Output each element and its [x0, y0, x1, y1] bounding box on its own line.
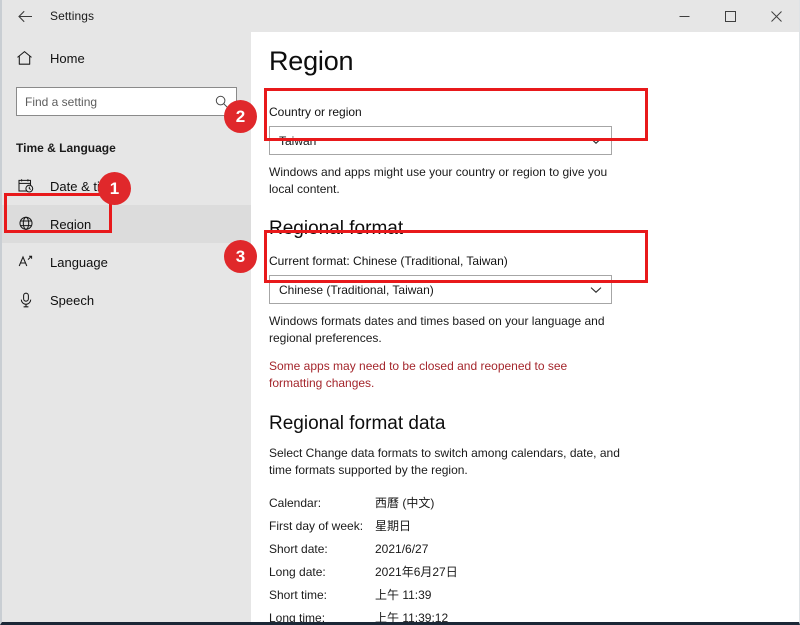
table-row: First day of week: 星期日	[269, 519, 458, 542]
settings-window: Settings Home Find a setting Time & Lang…	[0, 0, 800, 625]
title-bar: Settings	[2, 0, 799, 32]
window-title: Settings	[50, 9, 95, 23]
sidebar: Home Time & Language	[2, 32, 251, 622]
row-value: 2021年6月27日	[375, 565, 458, 579]
current-format-label: Current format: Chinese (Traditional, Ta…	[269, 254, 508, 268]
search-input[interactable]	[17, 88, 236, 115]
close-button[interactable]	[753, 0, 799, 32]
microphone-icon	[16, 292, 36, 308]
country-or-region-combo[interactable]: Taiwan	[269, 126, 612, 155]
calendar-clock-icon	[16, 178, 36, 194]
minimize-button[interactable]	[661, 0, 707, 32]
regional-format-value: Chinese (Traditional, Taiwan)	[279, 282, 434, 297]
regional-format-section: Current format: Chinese (Traditional, Ta…	[269, 254, 799, 392]
globe-icon	[16, 216, 36, 232]
country-or-region-value: Taiwan	[279, 133, 317, 148]
sidebar-section-title: Time & Language	[16, 141, 116, 155]
sidebar-item-language-label: Language	[50, 254, 108, 270]
table-row: Calendar: 西曆 (中文)	[269, 496, 458, 519]
row-value: 上午 11:39	[375, 588, 432, 602]
row-key: First day of week:	[269, 519, 364, 533]
row-key: Long date:	[269, 565, 326, 579]
search-box[interactable]	[16, 87, 237, 116]
regional-format-data-section: Select Change data formats to switch amo…	[269, 445, 799, 479]
annotation-badge-3: 3	[224, 240, 257, 273]
row-value: 星期日	[375, 519, 412, 533]
country-or-region-label: Country or region	[269, 105, 362, 119]
regional-format-heading: Regional format	[269, 218, 404, 239]
regional-format-warning: Some apps may need to be closed and reop…	[269, 359, 568, 390]
page-title: Region	[269, 46, 354, 76]
chevron-down-icon[interactable]	[590, 286, 602, 294]
row-key: Calendar:	[269, 496, 322, 510]
table-row: Short time: 上午 11:39	[269, 588, 458, 611]
regional-format-data-table: Calendar: 西曆 (中文) First day of week: 星期日…	[269, 496, 458, 622]
row-value: 2021/6/27	[375, 542, 429, 556]
regional-format-combo[interactable]: Chinese (Traditional, Taiwan)	[269, 275, 612, 304]
sidebar-item-region-label: Region	[50, 216, 92, 232]
main-content: Region Country or region Taiwan Windows …	[251, 32, 799, 622]
sidebar-item-home-label: Home	[50, 50, 85, 66]
back-button[interactable]	[2, 0, 48, 32]
home-icon	[16, 50, 38, 66]
country-or-region-section: Country or region Taiwan Windows and app…	[269, 105, 799, 198]
row-key: Short time:	[269, 588, 328, 602]
table-row: Long time: 上午 11:39:12	[269, 611, 458, 622]
sidebar-item-language[interactable]: Language	[2, 243, 251, 281]
row-value: 上午 11:39:12	[375, 611, 449, 622]
table-row: Short date: 2021/6/27	[269, 542, 458, 565]
regional-format-description: Windows formats dates and times based on…	[269, 314, 605, 345]
country-or-region-description: Windows and apps might use your country …	[269, 165, 608, 196]
maximize-button[interactable]	[707, 0, 753, 32]
annotation-badge-1: 1	[98, 172, 131, 205]
row-value: 西曆 (中文)	[375, 496, 435, 510]
sidebar-item-home[interactable]: Home	[2, 39, 251, 77]
sidebar-item-region[interactable]: Region	[2, 205, 251, 243]
sidebar-item-speech-label: Speech	[50, 292, 95, 308]
chevron-down-icon[interactable]	[590, 137, 602, 145]
table-row: Long date: 2021年6月27日	[269, 565, 458, 588]
row-key: Short date:	[269, 542, 328, 556]
sidebar-item-speech[interactable]: Speech	[2, 281, 251, 319]
row-key: Long time:	[269, 611, 326, 622]
annotation-badge-2: 2	[224, 100, 257, 133]
window-controls	[661, 0, 799, 32]
language-icon	[16, 254, 36, 270]
regional-format-data-heading: Regional format data	[269, 413, 446, 434]
regional-format-data-description: Select Change data formats to switch amo…	[269, 446, 620, 477]
